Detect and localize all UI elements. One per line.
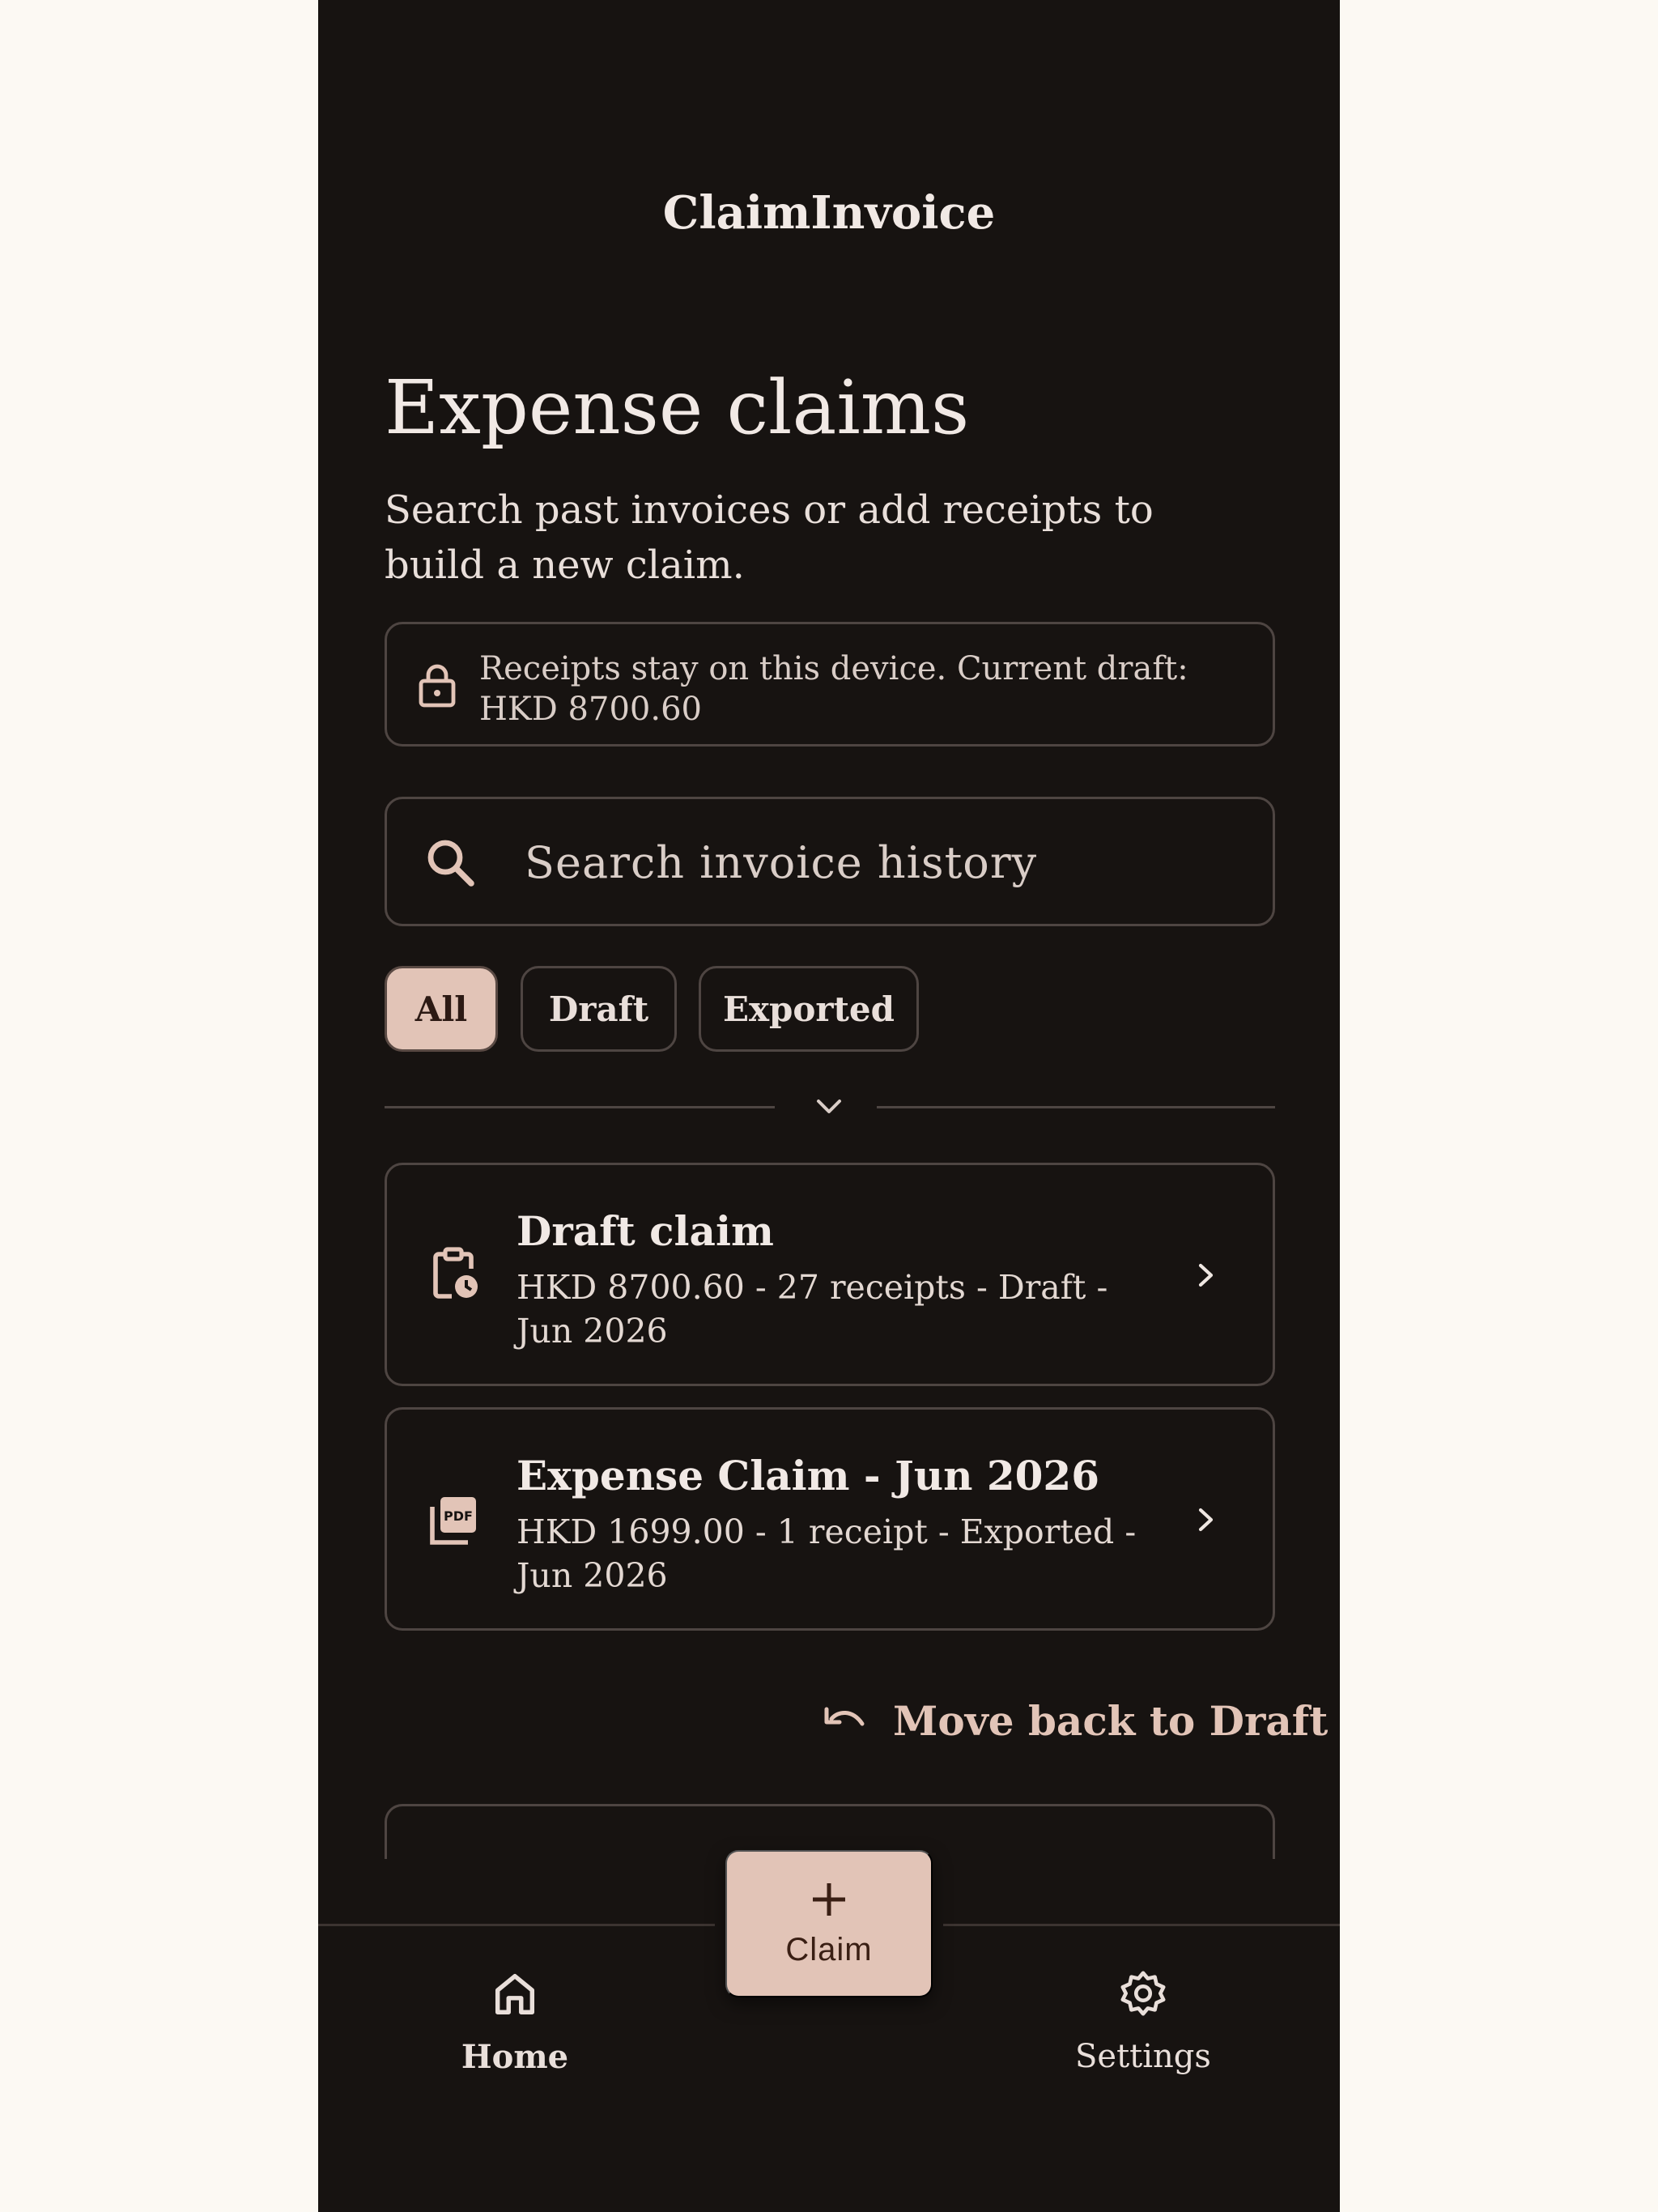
search-icon bbox=[427, 840, 474, 887]
filter-chip-exported[interactable]: Exported bbox=[699, 966, 919, 1052]
claim-card-draft[interactable]: Draft claim HKD 8700.60 - 27 receipts - … bbox=[385, 1163, 1275, 1386]
search-field[interactable] bbox=[385, 797, 1275, 926]
move-back-label: Move back to Draft bbox=[893, 1696, 1329, 1745]
chevron-right-icon bbox=[1198, 1508, 1214, 1532]
claim-card-exported[interactable]: PDF Expense Claim - Jun 2026 HKD 1699.00… bbox=[385, 1407, 1275, 1631]
svg-text:PDF: PDF bbox=[444, 1508, 473, 1524]
pdf-icon: PDF bbox=[430, 1497, 476, 1545]
claim-subtitle: HKD 8700.60 - 27 receipts - Draft - Jun … bbox=[517, 1268, 1108, 1351]
claim-title: Expense Claim - Jun 2026 bbox=[517, 1452, 1099, 1499]
nav-home-label: Home bbox=[461, 2038, 569, 2076]
home-icon bbox=[495, 1973, 535, 2014]
claim-title: Draft claim bbox=[517, 1207, 774, 1255]
privacy-notice: Receipts stay on this device. Current dr… bbox=[385, 622, 1275, 747]
chevron-right-icon bbox=[1198, 1263, 1214, 1287]
nav-settings-label: Settings bbox=[1075, 2038, 1211, 2075]
divider-left bbox=[385, 1106, 775, 1108]
undo-icon bbox=[824, 1707, 865, 1726]
divider-right bbox=[877, 1106, 1275, 1108]
add-claim-button[interactable]: Claim bbox=[725, 1850, 933, 1997]
filter-chip-draft[interactable]: Draft bbox=[521, 966, 677, 1052]
search-input[interactable] bbox=[525, 823, 1237, 901]
nav-item-home[interactable]: Home bbox=[393, 1968, 636, 2076]
gear-icon bbox=[1120, 1971, 1166, 2016]
notice-text: Receipts stay on this device. Current dr… bbox=[479, 650, 1188, 728]
nav-item-settings[interactable]: Settings bbox=[1022, 1968, 1265, 2075]
page-title: Expense claims bbox=[385, 364, 970, 451]
clipboard-clock-icon bbox=[433, 1247, 478, 1299]
app-screen: ClaimInvoice Expense claims Search past … bbox=[318, 0, 1340, 2212]
page-subtitle: Search past invoices or add receipts to … bbox=[385, 487, 1154, 588]
chevron-down-icon[interactable] bbox=[809, 1093, 849, 1122]
plus-icon bbox=[813, 1882, 845, 1916]
claim-subtitle: HKD 1699.00 - 1 receipt - Exported - Jun… bbox=[517, 1512, 1137, 1595]
filter-chip-all[interactable]: All bbox=[385, 966, 498, 1052]
move-back-to-draft-button[interactable]: Move back to Draft bbox=[820, 1684, 1328, 1757]
lock-icon bbox=[419, 664, 456, 708]
app-title: ClaimInvoice bbox=[662, 186, 996, 240]
fab-label: Claim bbox=[785, 1931, 873, 1967]
